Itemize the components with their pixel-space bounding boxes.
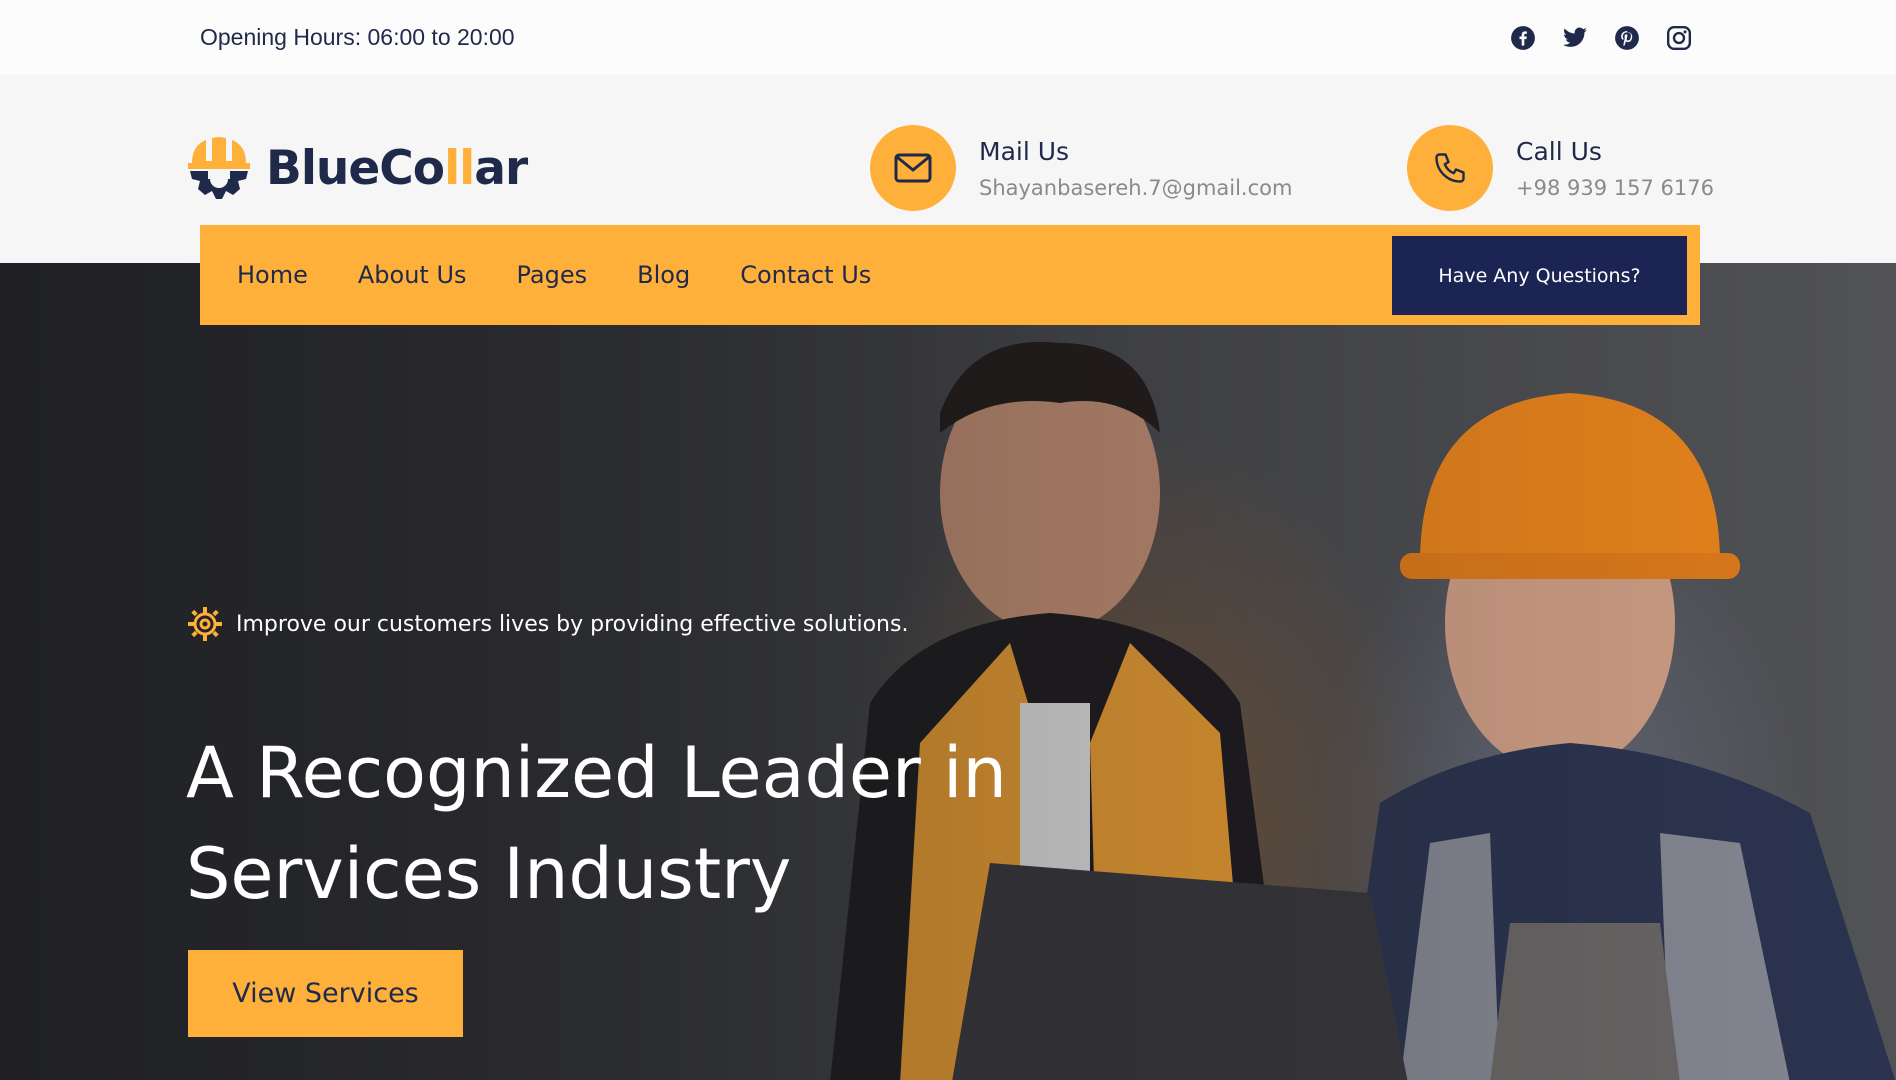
call-value[interactable]: +98 939 157 6176 (1516, 176, 1714, 200)
gear-icon (188, 607, 222, 641)
hero-headline: A Recognized Leader in Services Industry (186, 732, 1007, 915)
mail-label: Mail Us (979, 136, 1070, 166)
mail-value[interactable]: Shayanbasereh.7@gmail.com (979, 176, 1292, 200)
opening-hours: Opening Hours: 06:00 to 20:00 (200, 24, 515, 50)
brand-logo[interactable]: BlueCollar (186, 133, 528, 203)
facebook-icon[interactable] (1509, 24, 1537, 52)
nav-menu: Home About Us Pages Blog Contact Us (237, 261, 871, 289)
mail-icon (870, 125, 956, 211)
phone-icon (1407, 125, 1493, 211)
social-links (1509, 24, 1693, 52)
top-bar: Opening Hours: 06:00 to 20:00 (0, 0, 1896, 75)
tagline-text: Improve our customers lives by providing… (236, 611, 909, 637)
nav-item-home[interactable]: Home (237, 261, 308, 289)
nav-item-blog[interactable]: Blog (637, 261, 690, 289)
pinterest-icon[interactable] (1613, 24, 1641, 52)
instagram-icon[interactable] (1665, 24, 1693, 52)
view-services-button[interactable]: View Services (188, 950, 463, 1037)
nav-item-about-us[interactable]: About Us (358, 261, 467, 289)
call-contact[interactable]: Call Us +98 939 157 6176 (1407, 125, 1714, 211)
brand-name: BlueCollar (266, 140, 528, 196)
hardhat-gear-icon (188, 137, 250, 199)
main-nav: Home About Us Pages Blog Contact Us Have… (200, 225, 1700, 325)
mail-contact[interactable]: Mail Us Shayanbasereh.7@gmail.com (870, 125, 1292, 211)
nav-item-pages[interactable]: Pages (517, 261, 588, 289)
twitter-icon[interactable] (1561, 24, 1589, 52)
nav-item-contact-us[interactable]: Contact Us (740, 261, 871, 289)
hero-section: Improve our customers lives by providing… (0, 263, 1896, 1080)
call-label: Call Us (1516, 136, 1602, 166)
hero-tagline: Improve our customers lives by providing… (186, 605, 908, 643)
have-questions-button[interactable]: Have Any Questions? (1392, 236, 1687, 315)
